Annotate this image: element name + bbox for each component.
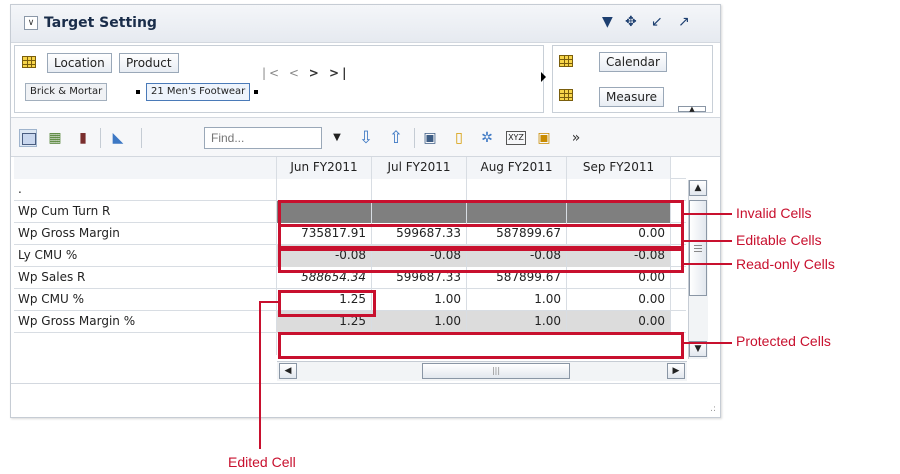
grid-cell: [277, 179, 372, 201]
empty-label-cell: [14, 333, 277, 355]
measure-dimension-button[interactable]: Measure: [599, 87, 664, 107]
location-dimension-button[interactable]: Location: [47, 53, 112, 73]
grid-toolbar: ▦ ▮ ◣ ▼ ⇩ ⇧ ▣ ▯ ✲ XYZ ▣ »: [11, 117, 720, 157]
find-previous-icon[interactable]: ⇧: [387, 129, 405, 147]
protected-cell: 1.00: [467, 311, 567, 333]
edited-leader-horizontal: [259, 301, 281, 303]
protected-cells-highlight: [278, 332, 684, 359]
scroll-left-button[interactable]: ◀: [279, 363, 297, 379]
horizontal-scrollbar[interactable]: ◀ ||| ▶: [277, 361, 687, 381]
invalid-cells-highlight: [278, 200, 684, 227]
row-label: Ly CMU %: [14, 245, 277, 267]
footer-divider: [11, 383, 720, 384]
calendar-dimension-button[interactable]: Calendar: [599, 52, 667, 72]
panel-title: Target Setting: [44, 15, 157, 31]
editable-cell[interactable]: 0.00: [567, 289, 671, 311]
panel-titlebar: ∨ Target Setting ▼ ✥ ↙ ↗: [11, 5, 720, 43]
grid-cell: [567, 179, 671, 201]
protected-leader-line: [684, 342, 732, 344]
chip-separator: [254, 90, 258, 94]
lock-icon[interactable]: ▣: [535, 129, 553, 147]
column-header[interactable]: Jun FY2011: [277, 157, 372, 179]
editable-cell[interactable]: 1.00: [372, 289, 467, 311]
column-axis-grid-icon: [559, 55, 573, 67]
editable-leader-line: [684, 240, 732, 242]
show-hide-icon[interactable]: ▣: [421, 129, 439, 147]
vertical-scrollbar[interactable]: ▲ ▼: [688, 180, 708, 359]
edited-leader-vertical: [259, 301, 261, 449]
dropdown-menu-icon[interactable]: ▼: [602, 14, 613, 30]
page-nav-arrows[interactable]: |< < > >|: [262, 66, 349, 80]
column-dimension-area: Calendar Measure ▲: [552, 45, 713, 113]
collapse-toggle-icon[interactable]: ∨: [24, 16, 38, 30]
readonly-leader-line: [684, 263, 732, 265]
grid-view-icon[interactable]: [19, 129, 37, 147]
readonly-cells-label: Read-only Cells: [736, 256, 835, 272]
maximize-icon[interactable]: ↗: [678, 14, 690, 30]
table-row: .: [14, 179, 686, 201]
column-header[interactable]: Sep FY2011: [567, 157, 671, 179]
row-dimension-area: Location Product |< < > >| Brick & Morta…: [14, 45, 546, 113]
ruler-icon[interactable]: ▯: [450, 129, 468, 147]
xyz-format-icon[interactable]: XYZ: [506, 131, 526, 145]
minimize-icon[interactable]: ↙: [651, 14, 663, 30]
scroll-up-icon[interactable]: ▲: [678, 106, 706, 113]
measure-grid-icon: [559, 89, 573, 101]
row-axis-grid-icon: [22, 56, 36, 68]
column-header[interactable]: Jul FY2011: [372, 157, 467, 179]
more-tools-icon[interactable]: »: [567, 129, 585, 147]
invalid-cells-label: Invalid Cells: [736, 205, 812, 221]
row-label: Wp Gross Margin: [14, 223, 277, 245]
bar-chart-icon[interactable]: ▮: [74, 129, 92, 147]
product-member-chip[interactable]: 21 Men's Footwear: [146, 83, 251, 101]
row-label: Wp Gross Margin %: [14, 311, 277, 333]
editable-cell[interactable]: 1.00: [467, 289, 567, 311]
product-dimension-button[interactable]: Product: [119, 53, 179, 73]
toolbar-divider: [141, 128, 142, 148]
resize-grip-icon[interactable]: .:: [710, 404, 716, 414]
splitter-arrow-icon[interactable]: [541, 72, 546, 82]
find-next-icon[interactable]: ⇩: [357, 129, 375, 147]
scroll-right-button[interactable]: ▶: [667, 363, 685, 379]
protected-cells-label: Protected Cells: [736, 333, 831, 349]
row-label: .: [14, 179, 277, 201]
grid-cell: [467, 179, 567, 201]
find-dropdown-icon[interactable]: ▼: [328, 129, 346, 147]
toolbar-divider: [414, 128, 415, 148]
toolbar-divider: [100, 128, 101, 148]
row-label: Wp Cum Turn R: [14, 201, 277, 223]
area-chart-icon[interactable]: ◣: [109, 129, 127, 147]
chart-grid-icon[interactable]: ▦: [46, 129, 64, 147]
column-header[interactable]: Aug FY2011: [467, 157, 567, 179]
move-icon[interactable]: ✥: [625, 14, 637, 30]
column-header-row: Jun FY2011 Jul FY2011 Aug FY2011 Sep FY2…: [14, 157, 686, 179]
protected-cell: 0.00: [567, 311, 671, 333]
horizontal-scroll-thumb[interactable]: |||: [422, 363, 570, 379]
scroll-up-button[interactable]: ▲: [689, 180, 707, 196]
row-label: Wp Sales R: [14, 267, 277, 289]
protected-cell: 1.00: [372, 311, 467, 333]
edited-cell-highlight: [278, 290, 376, 317]
location-member-chip[interactable]: Brick & Mortar: [25, 83, 108, 101]
grid-cell: [372, 179, 467, 201]
invalid-leader-line: [684, 213, 732, 215]
editable-cells-label: Editable Cells: [736, 232, 822, 248]
readonly-cells-highlight: [278, 246, 684, 273]
find-input[interactable]: [204, 127, 322, 149]
edited-cell-label: Edited Cell: [228, 454, 296, 470]
spread-icon[interactable]: ✲: [478, 129, 496, 147]
corner-cell: [14, 157, 277, 179]
chip-separator: [136, 90, 140, 94]
row-label: Wp CMU %: [14, 289, 277, 311]
